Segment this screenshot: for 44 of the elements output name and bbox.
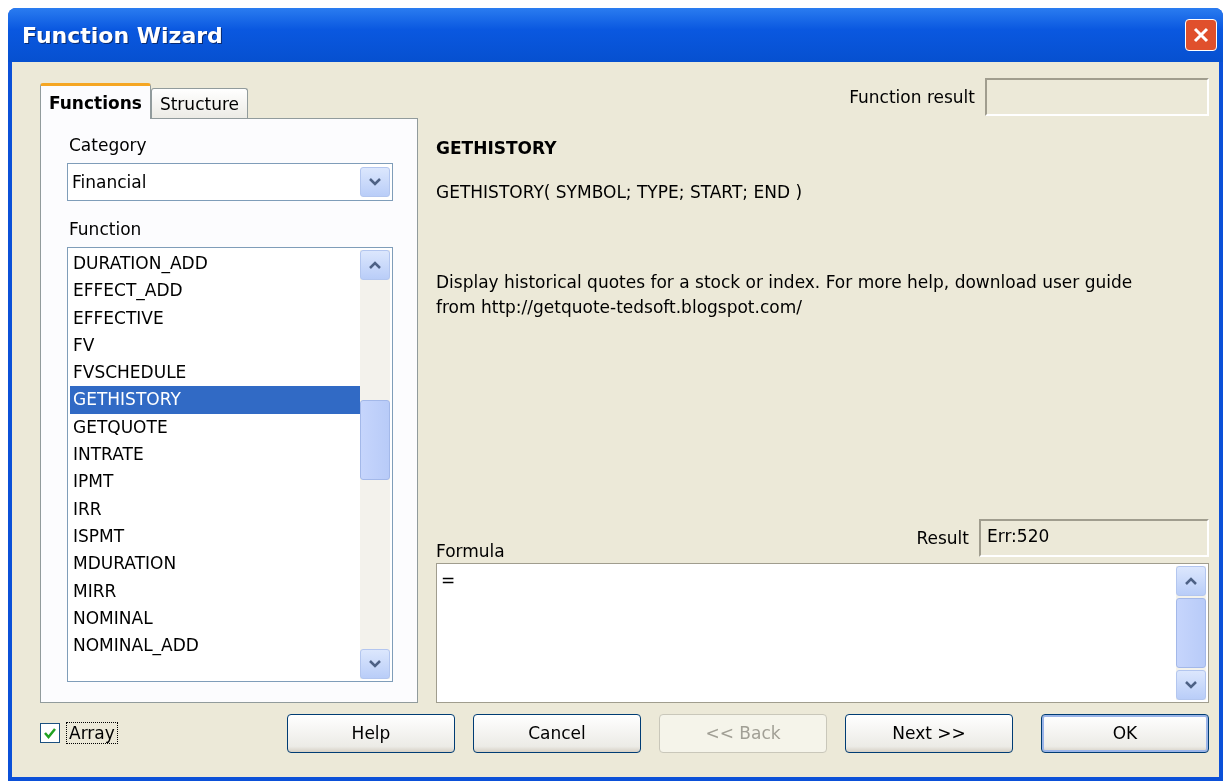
- list-item[interactable]: ISPMT: [70, 522, 360, 551]
- array-label[interactable]: Array: [66, 722, 118, 744]
- dialog-button[interactable]: OK: [1041, 713, 1209, 753]
- scroll-up-icon[interactable]: [360, 250, 390, 280]
- formula-field[interactable]: =: [436, 563, 1209, 703]
- result-label: Result: [916, 528, 969, 548]
- array-checkbox[interactable]: [40, 723, 60, 743]
- close-button[interactable]: [1185, 19, 1217, 51]
- function-syntax: GETHISTORY( SYMBOL; TYPE; START; END ): [436, 182, 804, 202]
- tab[interactable]: Functions: [40, 83, 151, 119]
- list-item[interactable]: GETQUOTE: [70, 413, 360, 442]
- list-item[interactable]: NOMINAL_ADD: [70, 632, 360, 660]
- dialog-button[interactable]: Next >>: [845, 713, 1013, 753]
- list-item[interactable]: EFFECTIVE: [70, 304, 360, 332]
- dialog-button[interactable]: Cancel: [473, 713, 641, 753]
- list-item[interactable]: IRR: [70, 495, 360, 523]
- scroll-down-icon[interactable]: [360, 649, 390, 679]
- category-dropdown[interactable]: Financial: [67, 163, 393, 201]
- scroll-thumb[interactable]: [1176, 598, 1206, 668]
- function-label: Function: [69, 219, 143, 239]
- result-field: Err:520: [979, 519, 1209, 557]
- scrollbar[interactable]: [360, 250, 390, 679]
- list-item[interactable]: GETHISTORY: [70, 386, 360, 414]
- list-item[interactable]: DURATION_ADD: [70, 250, 360, 278]
- list-item[interactable]: IPMT: [70, 468, 360, 496]
- list-item[interactable]: INTRATE: [70, 441, 360, 469]
- function-result-label: Function result: [849, 87, 975, 107]
- scroll-thumb[interactable]: [360, 400, 390, 480]
- tab[interactable]: Structure: [150, 88, 248, 118]
- list-item[interactable]: EFFECT_ADD: [70, 277, 360, 305]
- list-item[interactable]: NOMINAL: [70, 604, 360, 633]
- dialog-button[interactable]: Help: [287, 713, 455, 753]
- window-title: Function Wizard: [22, 22, 223, 48]
- list-item[interactable]: MDURATION: [70, 550, 360, 578]
- list-item[interactable]: FV: [70, 331, 360, 360]
- list-item[interactable]: FVSCHEDULE: [70, 359, 360, 387]
- category-label: Category: [69, 135, 148, 155]
- function-name: GETHISTORY: [436, 138, 558, 158]
- close-icon: [1191, 25, 1211, 45]
- formula-label: Formula: [436, 541, 505, 561]
- scroll-up-icon[interactable]: [1176, 566, 1206, 596]
- scroll-down-icon[interactable]: [1176, 670, 1206, 700]
- list-item[interactable]: MIRR: [70, 577, 360, 605]
- function-description: Display historical quotes for a stock or index. For more help, download user guide from http://getquote-tedsoft.blogspot.com/: [436, 271, 1134, 319]
